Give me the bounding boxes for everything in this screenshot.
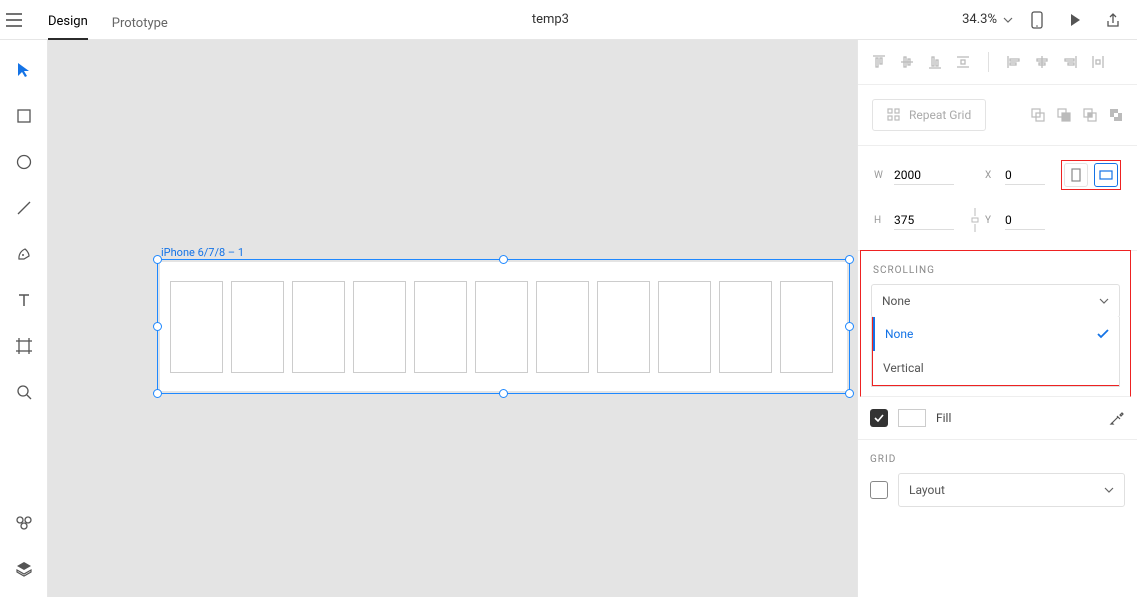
scrolling-section-title: SCROLLING	[861, 251, 1130, 284]
scrolling-option-vertical[interactable]: Vertical	[873, 351, 1119, 385]
width-field[interactable]: W	[874, 166, 965, 185]
repeat-grid-button[interactable]: Repeat Grid	[872, 99, 986, 131]
main-menu-button[interactable]	[0, 6, 28, 34]
grid-section-title: GRID	[870, 440, 1125, 473]
rectangle-tool[interactable]	[14, 106, 34, 126]
intersect-icon[interactable]	[1083, 108, 1097, 122]
scrolling-option-none[interactable]: None	[873, 317, 1119, 351]
portrait-button[interactable]	[1064, 163, 1088, 187]
zoom-tool[interactable]	[14, 382, 34, 402]
scrolling-selected: None	[882, 294, 910, 308]
width-input[interactable]	[894, 166, 954, 185]
repeat-grid-cell[interactable]	[414, 281, 467, 373]
height-field[interactable]: H	[874, 211, 965, 230]
scrolling-dropdown[interactable]: None None Vertical	[871, 284, 1120, 318]
chevron-down-icon	[1003, 17, 1013, 23]
tab-design[interactable]: Design	[48, 2, 88, 40]
repeat-grid-cell[interactable]	[475, 281, 528, 373]
play-button[interactable]	[1061, 6, 1089, 34]
y-label: Y	[985, 215, 997, 226]
layers-button[interactable]	[14, 559, 34, 579]
distribute-horizontal-icon[interactable]	[1091, 55, 1105, 69]
align-top-icon[interactable]	[872, 55, 886, 69]
repeat-grid-cell[interactable]	[353, 281, 406, 373]
device-preview-button[interactable]	[1023, 6, 1051, 34]
fill-label: Fill	[936, 411, 951, 425]
check-icon	[1097, 329, 1109, 339]
height-label: H	[874, 215, 886, 226]
x-field[interactable]: X	[985, 166, 1045, 185]
repeat-grid-cell[interactable]	[292, 281, 345, 373]
tool-rail	[0, 40, 48, 597]
fill-color-swatch[interactable]	[898, 409, 926, 427]
chevron-down-icon	[1099, 298, 1109, 304]
repeat-grid-cell[interactable]	[719, 281, 772, 373]
align-middle-icon[interactable]	[900, 55, 914, 69]
landscape-button[interactable]	[1094, 163, 1118, 187]
line-tool[interactable]	[14, 198, 34, 218]
align-bottom-icon[interactable]	[928, 55, 942, 69]
fill-enabled-checkbox[interactable]	[870, 409, 888, 427]
boolean-ops-group	[1031, 108, 1123, 122]
artboard-label[interactable]: iPhone 6/7/8 – 1	[161, 246, 244, 259]
distribute-vertical-icon[interactable]	[956, 55, 970, 69]
align-right-icon[interactable]	[1063, 55, 1077, 69]
artboard-tool[interactable]	[14, 336, 34, 356]
repeat-grid-cell[interactable]	[658, 281, 711, 373]
align-center-icon[interactable]	[1035, 55, 1049, 69]
subtract-icon[interactable]	[1057, 108, 1071, 122]
divider	[988, 52, 989, 72]
lock-aspect-icon[interactable]	[970, 208, 980, 232]
repeat-grid-cell[interactable]	[780, 281, 833, 373]
pen-tool[interactable]	[14, 244, 34, 264]
height-input[interactable]	[894, 211, 954, 230]
x-label: X	[985, 170, 997, 181]
y-input[interactable]	[1005, 211, 1045, 230]
grid-layout-select[interactable]: Layout	[898, 473, 1125, 507]
select-tool[interactable]	[14, 60, 34, 80]
ellipse-tool[interactable]	[14, 152, 34, 172]
union-icon[interactable]	[1031, 108, 1045, 122]
y-field[interactable]: Y	[985, 211, 1121, 230]
exclude-icon[interactable]	[1109, 108, 1123, 122]
scrolling-option-label: None	[885, 327, 913, 341]
repeat-grid-cell[interactable]	[536, 281, 589, 373]
scrolling-option-label: Vertical	[883, 361, 924, 375]
zoom-select[interactable]: 34.3%	[933, 12, 1013, 27]
grid-layout-label: Layout	[909, 483, 945, 497]
tab-prototype[interactable]: Prototype	[112, 4, 168, 40]
width-label: W	[874, 170, 886, 181]
repeat-grid-cell[interactable]	[231, 281, 284, 373]
repeat-grid-cell[interactable]	[597, 281, 650, 373]
x-input[interactable]	[1005, 166, 1045, 185]
document-title: temp3	[168, 12, 933, 27]
repeat-grid-icon	[887, 108, 901, 122]
assets-button[interactable]	[14, 513, 34, 533]
share-button[interactable]	[1099, 6, 1127, 34]
eyedropper-icon[interactable]	[1109, 410, 1125, 426]
text-tool[interactable]	[14, 290, 34, 310]
repeat-grid-cell[interactable]	[170, 281, 223, 373]
repeat-grid-label: Repeat Grid	[909, 108, 971, 122]
align-horizontal-group	[1007, 55, 1105, 69]
zoom-value: 34.3%	[962, 12, 997, 27]
align-vertical-group	[872, 55, 970, 69]
align-left-icon[interactable]	[1007, 55, 1021, 69]
chevron-down-icon	[1104, 487, 1114, 493]
orientation-group	[1061, 160, 1121, 190]
property-panel: Repeat Grid W X	[857, 40, 1137, 597]
canvas[interactable]: iPhone 6/7/8 – 1	[48, 40, 857, 597]
grid-enabled-checkbox[interactable]	[870, 481, 888, 499]
scrolling-dropdown-list: None Vertical	[871, 317, 1120, 387]
